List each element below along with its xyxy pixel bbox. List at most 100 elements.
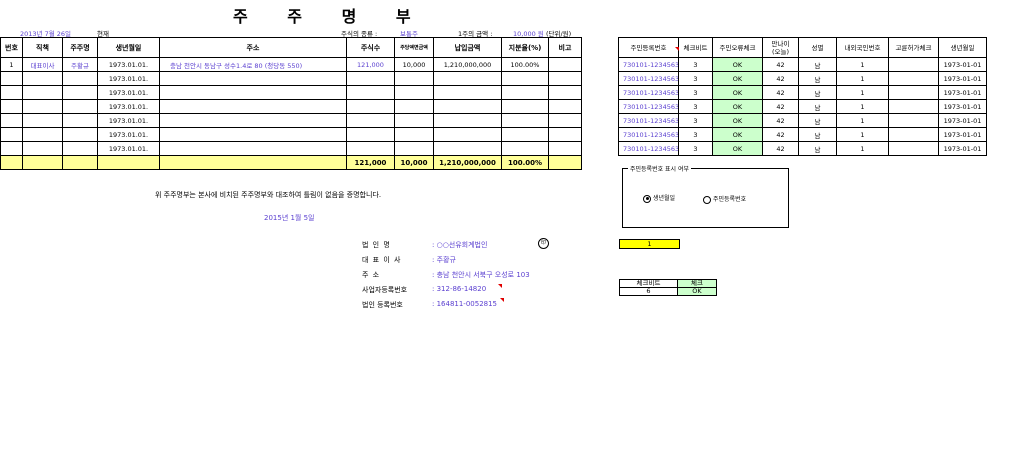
table-cell: 3	[678, 85, 713, 100]
table-cell	[394, 141, 434, 156]
table-cell: 42	[762, 99, 799, 114]
table-cell	[0, 71, 23, 86]
table-cell: 1973-01-01	[938, 99, 987, 114]
table-cell: 730101-1234563	[618, 85, 679, 100]
check-bit-header: 체크비트	[619, 279, 678, 288]
radio-resident-number[interactable]: 주민등록번호	[703, 194, 746, 204]
total-paid: 1,210,000,000	[433, 155, 502, 170]
table-cell	[62, 85, 98, 100]
table-cell: 남	[798, 127, 837, 142]
check-bit-table: 체크비트 체크 6 OK	[619, 279, 717, 296]
total-shares: 121,000	[346, 155, 395, 170]
table-cell	[62, 99, 98, 114]
table-cell: 1973-01-01	[938, 127, 987, 142]
table-cell	[548, 57, 582, 72]
company-name-label: 법 인 명	[362, 241, 391, 249]
table-cell	[62, 113, 98, 128]
table-cell	[159, 85, 347, 100]
radio-selected-icon	[643, 194, 651, 203]
table-cell: 1	[836, 113, 889, 128]
comment-marker-icon	[500, 298, 504, 302]
table-cell	[501, 127, 549, 142]
table-cell: 1973-01-01	[938, 57, 987, 72]
column-header: 성별	[798, 37, 837, 58]
table-cell: 42	[762, 127, 799, 142]
table-cell	[501, 85, 549, 100]
shareholder-table-body: 1 대표이사 주황규 1973.01.01. 충남 천안시 동남구 성수1.4로 80 …	[0, 57, 582, 170]
table-cell	[501, 141, 549, 156]
table-cell	[888, 99, 939, 114]
table-cell	[888, 85, 939, 100]
table-row: 1973.01.01.	[0, 141, 582, 156]
column-header: 체크비트	[678, 37, 713, 58]
table-cell: 730101-1234563	[618, 57, 679, 72]
check-bit-value: 6	[619, 287, 678, 296]
table-row: 1 대표이사 주황규 1973.01.01. 충남 천안시 동남구 성수1.4로 80 …	[0, 57, 582, 72]
table-cell: 1	[836, 71, 889, 86]
total-ratio: 100.00%	[501, 155, 549, 170]
table-cell	[22, 141, 63, 156]
table-cell	[346, 71, 395, 86]
table-cell: 42	[762, 57, 799, 72]
table-cell: OK	[712, 99, 763, 114]
column-header: 생년월일	[938, 37, 987, 58]
table-cell	[346, 141, 395, 156]
table-cell	[548, 85, 582, 100]
table-cell	[22, 85, 63, 100]
table-cell: 3	[678, 141, 713, 156]
table-row: 1973.01.01.	[0, 85, 582, 100]
column-header: 주당액면금액	[394, 37, 434, 58]
table-cell: 42	[762, 71, 799, 86]
page-title: 주 주 명 부	[233, 7, 428, 26]
table-cell: 3	[678, 57, 713, 72]
table-cell: OK	[712, 113, 763, 128]
table-cell: 1,210,000,000	[433, 57, 502, 72]
table-cell	[888, 141, 939, 156]
table-cell	[433, 127, 502, 142]
table-cell: OK	[712, 71, 763, 86]
table-cell	[548, 141, 582, 156]
radio-birthdate[interactable]: 생년월일	[643, 193, 675, 203]
table-cell: 주황규	[62, 57, 98, 72]
table-cell: OK	[712, 57, 763, 72]
total-row: 121,000 10,000 1,210,000,000 100.00%	[0, 155, 582, 170]
table-row: 730101-1234563 3 OK 42 남 1 1973-01-01	[618, 71, 987, 86]
table-cell: 남	[798, 99, 837, 114]
table-cell: 1	[836, 57, 889, 72]
table-cell: 3	[678, 113, 713, 128]
display-selector-cell[interactable]: 1	[619, 239, 680, 249]
corp-reg-value: : 164811-0052815	[432, 300, 498, 308]
column-header: 비고	[548, 37, 582, 58]
column-header: 생년월일	[97, 37, 160, 58]
table-cell: 1973.01.01.	[97, 85, 160, 100]
display-option-legend: 주민등록번호 표시 여부	[628, 164, 692, 173]
table-cell: 1	[836, 85, 889, 100]
table-cell	[548, 155, 582, 170]
table-row: 730101-1234563 3 OK 42 남 1 1973-01-01	[618, 57, 987, 72]
shareholder-table-header: 번호 직책 주주명 생년월일 주소 주식수 주당액면금액 납입금액 지분율(%) 비고	[0, 37, 582, 58]
table-row: 1973.01.01.	[0, 71, 582, 86]
table-cell: 10,000	[394, 57, 434, 72]
table-cell	[888, 57, 939, 72]
table-cell	[501, 71, 549, 86]
table-cell: OK	[712, 85, 763, 100]
table-cell: 1	[836, 127, 889, 142]
table-cell: 42	[762, 85, 799, 100]
column-header: 번호	[0, 37, 23, 58]
issue-date: 2015년 1월 5일	[264, 214, 315, 222]
table-cell: OK	[712, 141, 763, 156]
resident-check-table: 주민등록번호 체크비트 주민오류체크 만나이 (오늘) 성별 내외국인번호 고륜허가체크 생년…	[618, 37, 987, 156]
table-cell	[888, 71, 939, 86]
table-cell: 42	[762, 141, 799, 156]
column-header: 내외국인번호	[836, 37, 889, 58]
table-cell	[888, 127, 939, 142]
table-cell: 1973-01-01	[938, 113, 987, 128]
table-cell	[22, 71, 63, 86]
table-cell	[62, 155, 98, 170]
table-cell	[346, 85, 395, 100]
table-cell: 1	[0, 57, 23, 72]
comment-marker-icon	[675, 47, 679, 51]
table-cell: 3	[678, 71, 713, 86]
table-cell	[548, 71, 582, 86]
table-row: 730101-1234563 3 OK 42 남 1 1973-01-01	[618, 141, 987, 156]
